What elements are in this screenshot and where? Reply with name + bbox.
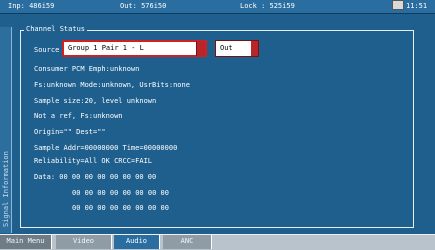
sample-addr-line: Sample Addr=00000000 Time=00000000 bbox=[34, 144, 178, 152]
source-label: Source bbox=[34, 46, 60, 54]
tab-anc[interactable]: ANC bbox=[163, 235, 212, 249]
data-line: 00 00 00 00 00 00 00 00 bbox=[72, 189, 169, 197]
reliability-line: Reliability=All OK CRCC=FAIL bbox=[34, 157, 153, 165]
tab-main-menu[interactable]: Main Menu bbox=[0, 235, 52, 249]
data-line: Data: 00 00 00 00 00 00 00 00 bbox=[34, 173, 157, 181]
source-select[interactable]: Group 1 Pair 1 - L bbox=[62, 40, 207, 57]
tab-video[interactable]: Video bbox=[56, 235, 112, 249]
status-bar: Inp: 486i59 Out: 576i50 Lock : 525i59 11… bbox=[0, 0, 435, 14]
bottom-tab-bar: Main Menu Video Audio ANC bbox=[0, 234, 435, 250]
side-tab-signal-information[interactable]: Signal Information bbox=[0, 27, 12, 233]
data-line: 00 00 00 00 00 00 00 00 bbox=[72, 204, 169, 212]
source-select-value: Group 1 Pair 1 - L bbox=[68, 44, 144, 52]
clock-readout: 11:51 bbox=[406, 2, 428, 10]
panel-title: Channel Status bbox=[24, 24, 88, 34]
side-tab-label: Signal Information bbox=[2, 151, 10, 227]
lock-format-readout: Lock : 525i59 bbox=[240, 2, 295, 10]
reference-line: Not a ref, Fs:unknown bbox=[34, 112, 123, 120]
consumer-line: Consumer PCM Emph:unknown bbox=[34, 65, 140, 73]
origin-dest-line: Origin="" Dest="" bbox=[34, 128, 106, 136]
sample-size-line: Sample size:20, level unknown bbox=[34, 97, 157, 105]
screen: Inp: 486i59 Out: 576i50 Lock : 525i59 11… bbox=[0, 0, 435, 250]
fs-mode-line: Fs:unknown Mode:unknown, UsrBits:none bbox=[34, 81, 190, 89]
battery-icon bbox=[392, 0, 404, 10]
out-select-value: Out bbox=[220, 44, 233, 52]
output-format-readout: Out: 576i50 bbox=[120, 2, 167, 10]
source-dropdown-arrow-icon[interactable] bbox=[196, 41, 205, 56]
out-dropdown-arrow-icon[interactable] bbox=[251, 41, 258, 56]
input-format-readout: Inp: 486i59 bbox=[8, 2, 55, 10]
tab-audio[interactable]: Audio bbox=[114, 235, 160, 249]
